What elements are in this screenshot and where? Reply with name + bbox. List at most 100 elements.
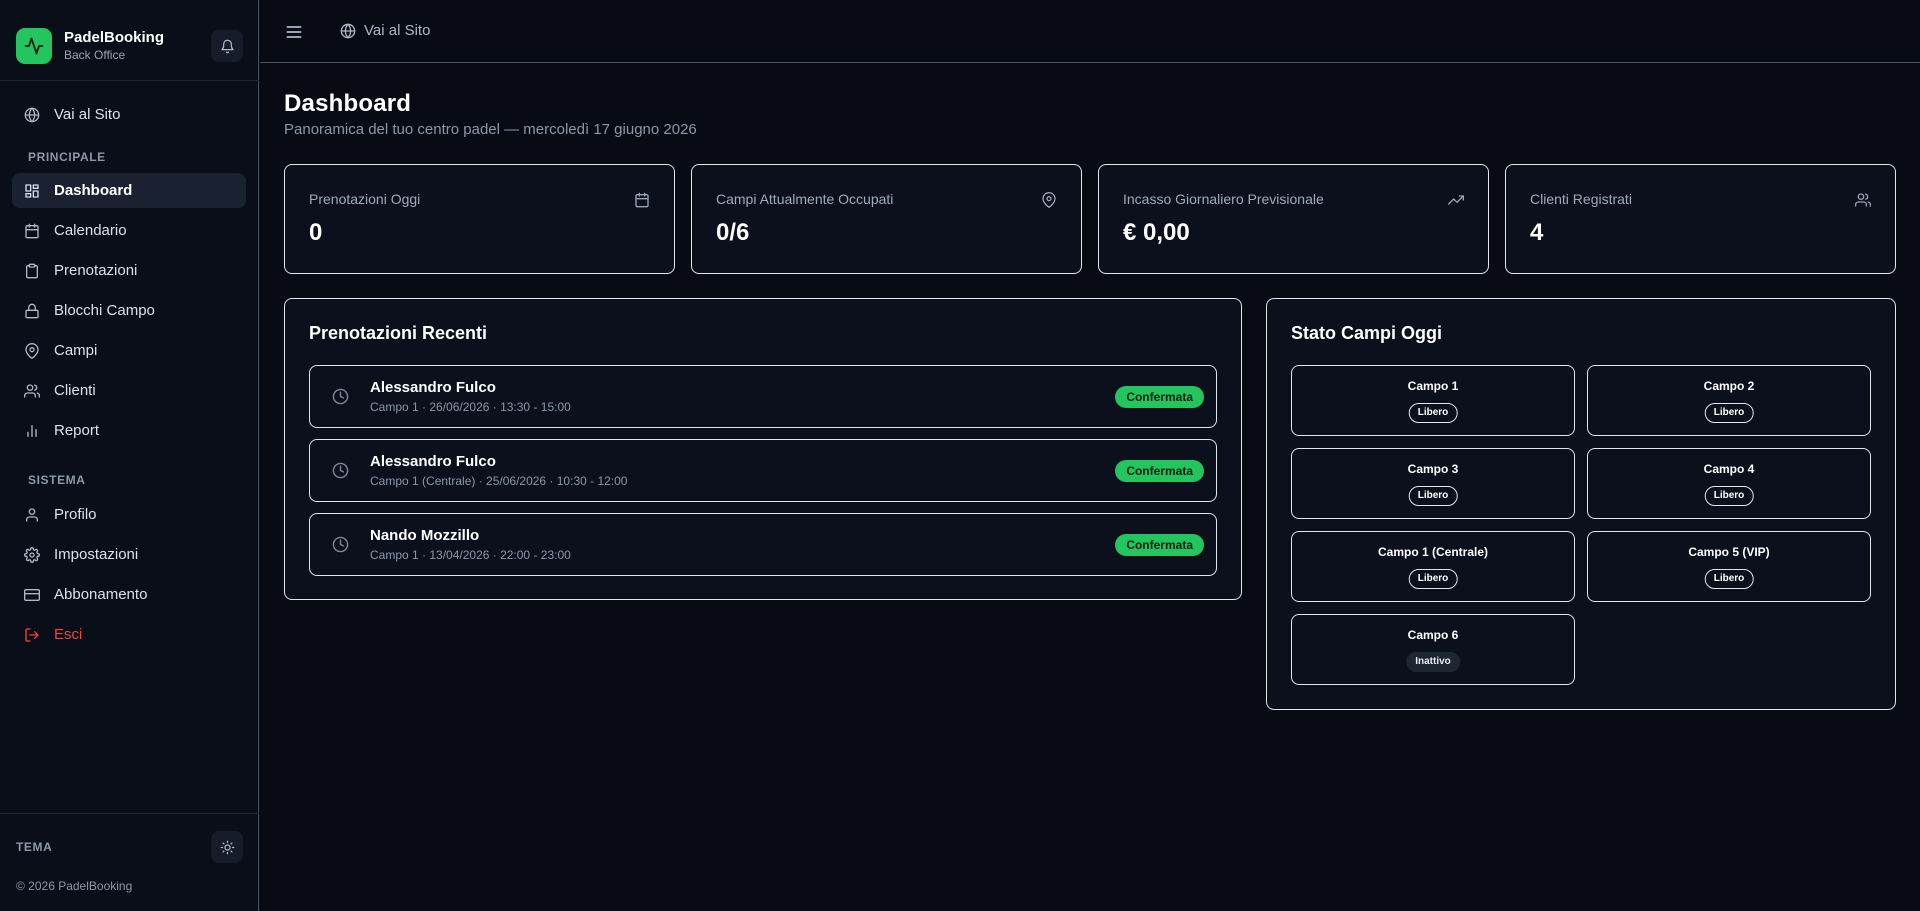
sidebar-item-label: Report (54, 422, 100, 439)
sidebar-item-abbonamento[interactable]: Abbonamento (12, 577, 246, 612)
court-card[interactable]: Campo 2 Libero (1587, 365, 1871, 436)
panel-title: Stato Campi Oggi (1291, 323, 1443, 343)
courts-status-panel: Stato Campi Oggi Campo 1 Libero Campo 2 … (1266, 298, 1896, 710)
stat-card-courts-occupied: Campi Attualmente Occupati 0/6 (691, 164, 1082, 274)
court-card[interactable]: Campo 1 Libero (1291, 365, 1575, 436)
stat-label: Campi Attualmente Occupati (716, 191, 894, 207)
sidebar-divider (0, 813, 259, 814)
copyright: © 2026 PadelBooking (16, 879, 133, 893)
sidebar-item-esci[interactable]: Esci (12, 617, 246, 652)
bell-icon (220, 39, 235, 54)
clock-icon (332, 388, 349, 405)
visit-site-link[interactable]: Vai al Sito (340, 22, 430, 39)
stat-value: 0 (309, 219, 323, 246)
court-card[interactable]: Campo 4 Libero (1587, 448, 1871, 519)
visit-site-label: Vai al Sito (364, 22, 431, 39)
stat-value: 0/6 (716, 219, 750, 246)
brand[interactable]: PadelBooking Back Office (16, 28, 164, 64)
booking-row[interactable]: Alessandro Fulco Campo 1 (Centrale) · 25… (309, 439, 1217, 502)
status-badge: Confermata (1115, 460, 1204, 482)
map-pin-icon (1041, 192, 1057, 208)
users-icon (1855, 192, 1871, 208)
stat-label: Prenotazioni Oggi (309, 191, 421, 207)
credit-card-icon (24, 587, 40, 603)
court-status-badge: Libero (1704, 403, 1754, 423)
sidebar-item-profilo[interactable]: Profilo (12, 497, 246, 532)
sidebar-item-label: Campi (54, 342, 98, 359)
court-name: Campo 5 (VIP) (1688, 545, 1770, 559)
court-name: Campo 1 (1407, 379, 1459, 393)
map-pin-icon (24, 342, 40, 359)
sidebar-item-label: Impostazioni (54, 546, 139, 563)
sidebar-item-report[interactable]: Report (12, 413, 246, 448)
sidebar-item-label: Vai al Sito (54, 106, 121, 123)
topbar: Vai al Sito (260, 0, 1920, 63)
clock-icon (332, 462, 349, 479)
court-name: Campo 4 (1703, 462, 1755, 476)
menu-icon[interactable] (284, 22, 304, 42)
page-subtitle: Panoramica del tuo centro padel — mercol… (284, 121, 697, 138)
court-card[interactable]: Campo 1 (Centrale) Libero (1291, 531, 1575, 602)
sidebar-item-vai-al-sito[interactable]: Vai al Sito (12, 97, 246, 132)
sidebar-item-label: Clienti (54, 382, 96, 399)
bar-chart-icon (24, 423, 40, 439)
brand-name: PadelBooking (64, 29, 165, 46)
globe-icon (24, 107, 40, 123)
sidebar-item-label: Abbonamento (54, 586, 148, 603)
trending-up-icon (1448, 192, 1464, 208)
activity-icon (16, 28, 52, 64)
stat-label: Incasso Giornaliero Previsionale (1123, 191, 1324, 207)
globe-icon (340, 23, 364, 39)
sidebar-item-campi[interactable]: Campi (12, 333, 246, 368)
section-label-principale: PRINCIPALE (28, 150, 106, 164)
sidebar-item-dashboard[interactable]: Dashboard (12, 173, 246, 208)
calendar-icon (634, 192, 650, 208)
sidebar-divider (0, 80, 259, 81)
clock-icon (332, 536, 349, 553)
calendar-icon (24, 223, 40, 239)
sidebar-item-label: Dashboard (54, 182, 133, 199)
recent-bookings-panel: Prenotazioni Recenti Alessandro Fulco Ca… (284, 298, 1242, 600)
sidebar-item-impostazioni[interactable]: Impostazioni (12, 537, 246, 572)
stat-card-bookings-today: Prenotazioni Oggi 0 (284, 164, 675, 274)
sidebar: PadelBooking Back Office Vai al Sito PRI… (0, 0, 259, 911)
court-card[interactable]: Campo 5 (VIP) Libero (1587, 531, 1871, 602)
sidebar-item-prenotazioni[interactable]: Prenotazioni (12, 253, 246, 288)
court-card[interactable]: Campo 6 Inattivo (1291, 614, 1575, 685)
booking-client-name: Nando Mozzillo (370, 527, 480, 544)
stat-value: 4 (1530, 219, 1544, 246)
court-name: Campo 1 (Centrale) (1377, 545, 1489, 559)
court-status-badge: Libero (1408, 569, 1458, 589)
sun-icon (220, 840, 235, 855)
stat-card-registered-clients: Clienti Registrati 4 (1505, 164, 1896, 274)
grid-icon (24, 183, 40, 199)
brand-subtitle: Back Office (64, 48, 126, 62)
sidebar-item-label: Prenotazioni (54, 262, 138, 279)
sidebar-item-label: Esci (54, 626, 83, 643)
court-name: Campo 3 (1407, 462, 1459, 476)
booking-row[interactable]: Alessandro Fulco Campo 1 · 26/06/2026 · … (309, 365, 1217, 428)
court-card[interactable]: Campo 3 Libero (1291, 448, 1575, 519)
court-status-badge: Libero (1408, 486, 1458, 506)
logout-icon (24, 627, 40, 643)
court-name: Campo 2 (1703, 379, 1755, 393)
sidebar-item-calendario[interactable]: Calendario (12, 213, 246, 248)
status-badge: Confermata (1115, 386, 1204, 408)
sidebar-item-clienti[interactable]: Clienti (12, 373, 246, 408)
sidebar-item-blocchi-campo[interactable]: Blocchi Campo (12, 293, 246, 328)
notifications-button[interactable] (211, 30, 243, 62)
stat-value: € 0,00 (1123, 219, 1190, 246)
gear-icon (24, 546, 40, 563)
status-badge: Confermata (1115, 534, 1204, 556)
sidebar-item-label: Profilo (54, 506, 97, 523)
stat-card-daily-revenue: Incasso Giornaliero Previsionale € 0,00 (1098, 164, 1489, 274)
panel-title: Prenotazioni Recenti (309, 323, 488, 343)
court-status-badge: Libero (1408, 403, 1458, 423)
theme-toggle-button[interactable] (211, 831, 243, 863)
court-status-badge: Libero (1704, 486, 1754, 506)
court-name: Campo 6 (1407, 628, 1459, 642)
booking-row[interactable]: Nando Mozzillo Campo 1 · 13/04/2026 · 22… (309, 513, 1217, 576)
sidebar-item-label: Calendario (54, 222, 127, 239)
booking-client-name: Alessandro Fulco (370, 379, 496, 396)
booking-details: Campo 1 · 13/04/2026 · 22:00 - 23:00 (370, 548, 571, 562)
